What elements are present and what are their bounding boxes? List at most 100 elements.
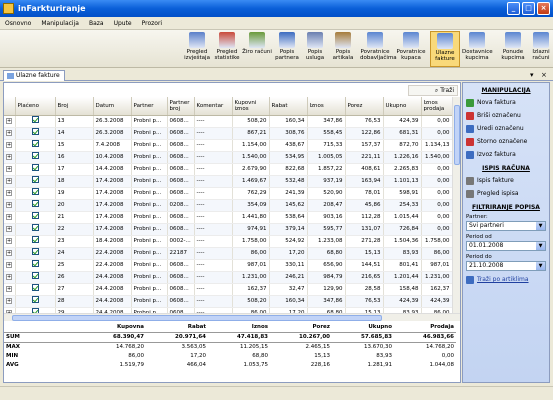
expand-icon[interactable]: + <box>6 226 12 232</box>
table-row[interactable]: +25 22.4.2008 Probni p... 0608... ---- 987,01… <box>4 259 453 272</box>
search-articles-link[interactable]: Traži po artiklima <box>463 273 549 286</box>
column-header[interactable]: Iznos prodaja <box>421 97 453 116</box>
expand-icon[interactable]: + <box>6 286 12 292</box>
paid-cell[interactable] <box>15 211 56 224</box>
table-row[interactable]: +14 26.3.2008 Probni p... 0608... ---- 867,21… <box>4 127 453 140</box>
paid-checkbox[interactable] <box>31 211 39 219</box>
expand-cell[interactable]: + <box>4 199 16 212</box>
column-header[interactable]: Komentar <box>194 97 233 116</box>
expand-icon[interactable]: + <box>6 250 12 256</box>
paid-cell[interactable] <box>15 271 56 284</box>
action-delete[interactable]: Briši označenu <box>463 109 549 122</box>
action-edit[interactable]: Uredi označenu <box>463 122 549 135</box>
action-export[interactable]: Izvoz faktura <box>463 148 549 161</box>
paid-cell[interactable] <box>15 199 56 212</box>
horizontal-scroll-thumb[interactable] <box>12 315 382 321</box>
close-window-button[interactable]: × <box>537 2 550 15</box>
expand-icon[interactable]: + <box>6 238 12 244</box>
toolbar-button-incoming-invoice[interactable]: Ulazne fakture <box>430 31 460 67</box>
expand-cell[interactable]: + <box>4 271 16 284</box>
toolbar-button-partners[interactable]: Popis partnera <box>272 31 302 67</box>
paid-cell[interactable] <box>15 151 56 164</box>
toolbar-button-offers[interactable]: Ponude kupcima <box>498 31 528 67</box>
expand-cell[interactable]: + <box>4 175 16 188</box>
period-to-date-field[interactable]: 21.10.2008 ▼ <box>466 261 546 271</box>
paid-checkbox[interactable] <box>31 295 39 303</box>
table-row[interactable]: +22 17.4.2008 Probni p... 0608... ---- 974,91… <box>4 223 453 236</box>
paid-checkbox[interactable] <box>31 187 39 195</box>
table-row[interactable]: +21 17.4.2008 Probni p... 0608... ---- 1.441,… <box>4 211 453 224</box>
column-header[interactable]: Broj <box>55 97 94 116</box>
expand-cell[interactable]: + <box>4 139 16 152</box>
expand-cell[interactable]: + <box>4 247 16 260</box>
column-header[interactable]: Rabat <box>269 97 308 116</box>
expand-icon[interactable]: + <box>6 130 12 136</box>
maximize-button[interactable]: □ <box>522 2 535 15</box>
paid-cell[interactable] <box>15 139 56 152</box>
column-header[interactable] <box>4 97 16 116</box>
expand-cell[interactable]: + <box>4 163 16 176</box>
paid-cell[interactable] <box>15 187 56 200</box>
paid-checkbox[interactable] <box>31 151 39 159</box>
menu-baza[interactable]: Baza <box>84 20 109 27</box>
action-add[interactable]: Nova faktura <box>463 96 549 109</box>
expand-icon[interactable]: + <box>6 142 12 148</box>
toolbar-button-customer-return[interactable]: Povratnice kupaca <box>396 31 426 67</box>
paid-cell[interactable] <box>15 283 56 296</box>
paid-cell[interactable] <box>15 163 56 176</box>
table-row[interactable]: +13 26.3.2008 Probni p... 0608... ---- 508,20… <box>4 115 453 128</box>
paid-cell[interactable] <box>15 127 56 140</box>
expand-icon[interactable]: + <box>6 214 12 220</box>
expand-icon[interactable]: + <box>6 262 12 268</box>
toolbar-button-supplier-return[interactable]: Povratnice dobavljačima <box>360 31 397 67</box>
expand-icon[interactable]: + <box>6 166 12 172</box>
column-header[interactable]: Iznos <box>307 97 346 116</box>
paid-cell[interactable] <box>15 247 56 260</box>
chevron-down-icon[interactable]: ▼ <box>536 222 545 230</box>
table-row[interactable]: +24 22.4.2008 Probni p... 22187 ---- 86,00 17,… <box>4 247 453 260</box>
paid-checkbox[interactable] <box>31 271 39 279</box>
expand-icon[interactable]: + <box>6 274 12 280</box>
paid-cell[interactable] <box>15 259 56 272</box>
period-from-date-field[interactable]: 01.01.2008 ▼ <box>466 241 546 251</box>
tab-menu-icon[interactable]: ▾ <box>530 70 534 80</box>
table-row[interactable]: +19 17.4.2008 Probni p... 0608... ---- 762,29… <box>4 187 453 200</box>
paid-checkbox[interactable] <box>31 199 39 207</box>
toolbar-button-report[interactable]: Pregled izvještaja <box>182 31 212 67</box>
expand-icon[interactable]: + <box>6 178 12 184</box>
toolbar-button-delivery-note[interactable]: Dostavnice kupcima <box>462 31 493 67</box>
paid-cell[interactable] <box>15 295 56 308</box>
column-header[interactable]: Plaćeno <box>15 97 56 116</box>
menu-prozori[interactable]: Prozori <box>137 20 167 27</box>
expand-cell[interactable]: + <box>4 211 16 224</box>
table-row[interactable]: +20 17.4.2008 Probni p... 0208... ---- 354,09… <box>4 199 453 212</box>
tab-ulazne-fakture[interactable]: Ulazne fakture <box>3 70 65 81</box>
column-header[interactable]: Porez <box>345 97 384 116</box>
column-header[interactable]: Datum <box>93 97 132 116</box>
table-row[interactable]: +26 24.4.2008 Probni p... 0608... ---- 1.231,… <box>4 271 453 284</box>
expand-cell[interactable]: + <box>4 115 16 128</box>
action-storno[interactable]: Storno označene <box>463 135 549 148</box>
expand-cell[interactable]: + <box>4 151 16 164</box>
table-row[interactable]: +23 18.4.2008 Probni p... 0002-... ---- 1.758… <box>4 235 453 248</box>
column-header[interactable]: Partner broj <box>167 97 195 116</box>
menu-upute[interactable]: Upute <box>109 20 137 27</box>
table-row[interactable]: +17 14.4.2008 Probni p... 0608... ---- 2.679,… <box>4 163 453 176</box>
table-row[interactable]: +28 24.4.2008 Probni p... 0608... ---- 508,20… <box>4 295 453 308</box>
partner-select[interactable]: Svi partneri ▼ <box>466 221 546 231</box>
expand-cell[interactable]: + <box>4 127 16 140</box>
vertical-scrollbar[interactable] <box>452 97 460 313</box>
horizontal-scrollbar[interactable] <box>4 313 460 321</box>
paid-checkbox[interactable] <box>31 223 39 231</box>
paid-checkbox[interactable] <box>31 175 39 183</box>
toolbar-button-outgoing-invoice[interactable]: Izlazni računi <box>526 31 553 67</box>
chevron-down-icon[interactable]: ▼ <box>536 262 545 270</box>
expand-cell[interactable]: + <box>4 259 16 272</box>
expand-icon[interactable]: + <box>6 298 12 304</box>
expand-icon[interactable]: + <box>6 190 12 196</box>
toolbar-button-services[interactable]: Popis usluga <box>300 31 330 67</box>
paid-cell[interactable] <box>15 175 56 188</box>
paid-cell[interactable] <box>15 223 56 236</box>
action-print-preview[interactable]: Pregled ispisa <box>463 187 549 200</box>
tab-close-icon[interactable]: × <box>541 70 547 80</box>
